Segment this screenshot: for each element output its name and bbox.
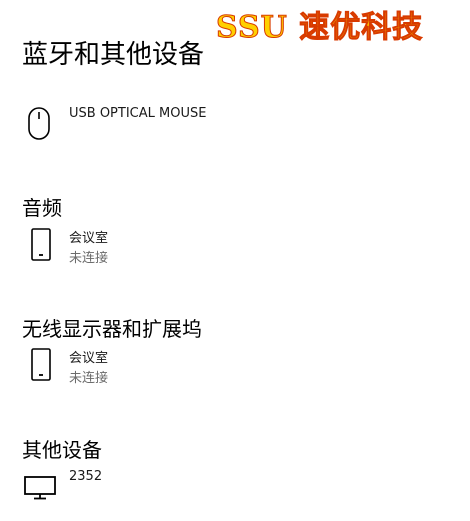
section-heading-audio: 音频 bbox=[22, 196, 62, 220]
device-name: 会议室 bbox=[69, 351, 109, 366]
device-name: USB OPTICAL MOUSE bbox=[69, 106, 207, 121]
device-2352[interactable]: 2352 bbox=[22, 469, 442, 513]
device-status: 未连接 bbox=[69, 251, 109, 266]
device-audio-meeting-room[interactable]: 会议室 未连接 bbox=[22, 227, 442, 271]
monitor-icon bbox=[22, 469, 58, 509]
device-status: 未连接 bbox=[69, 371, 109, 386]
device-wireless-meeting-room[interactable]: 会议室 未连接 bbox=[22, 347, 442, 391]
section-heading-other-devices: 其他设备 bbox=[22, 438, 102, 462]
phone-icon bbox=[22, 227, 58, 267]
section-heading-wireless-display: 无线显示器和扩展坞 bbox=[22, 317, 202, 341]
device-name: 2352 bbox=[69, 469, 103, 484]
device-name: 会议室 bbox=[69, 231, 109, 246]
phone-icon bbox=[22, 347, 58, 387]
device-usb-mouse[interactable]: USB OPTICAL MOUSE bbox=[22, 106, 442, 150]
watermark-logo: SSU 速优科技 bbox=[215, 10, 424, 46]
page-title: 蓝牙和其他设备 bbox=[22, 40, 205, 70]
mouse-icon bbox=[22, 106, 58, 146]
